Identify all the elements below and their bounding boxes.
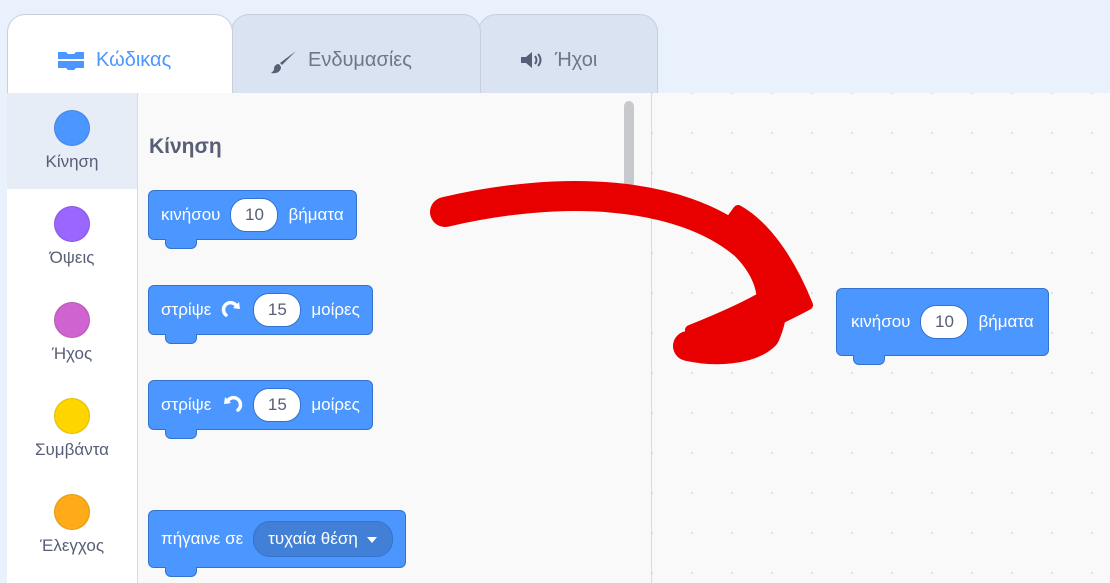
speaker-icon	[519, 49, 545, 77]
turn-left-block[interactable]: στρίψε 15 μοίρες	[148, 380, 373, 439]
category-label: Ήχος	[51, 344, 93, 363]
block-text: πήγαινε σε	[161, 529, 244, 548]
degrees-input[interactable]: 15	[253, 293, 302, 327]
tab-sounds-label: Ήχοι	[555, 49, 598, 71]
code-icon	[56, 49, 86, 77]
block-text: κινήσου	[161, 205, 221, 224]
tab-costumes[interactable]: Ενδυμασίες	[231, 14, 481, 104]
category-menu: Κίνηση Όψεις Ήχος Συμβάντα Έλεγχος	[7, 93, 138, 583]
tab-code-label: Κώδικας	[96, 49, 172, 71]
category-label: Όψεις	[49, 248, 95, 267]
looks-dot-icon	[54, 206, 90, 242]
workspace-move-steps-block[interactable]: κινήσου 10 βήματα	[836, 288, 1049, 365]
rotate-counterclockwise-icon	[221, 394, 243, 416]
category-events[interactable]: Συμβάντα	[7, 381, 137, 477]
block-text: στρίψε	[161, 395, 212, 414]
category-control[interactable]: Έλεγχος	[7, 477, 137, 573]
motion-dot-icon	[54, 110, 90, 146]
palette-scrollbar[interactable]	[624, 101, 634, 187]
steps-input[interactable]: 10	[230, 198, 279, 232]
block-text: στρίψε	[161, 300, 212, 319]
control-dot-icon	[54, 494, 90, 530]
degrees-input[interactable]: 15	[253, 388, 302, 422]
block-text: βήματα	[978, 312, 1034, 331]
category-sound[interactable]: Ήχος	[7, 285, 137, 381]
dropdown-value: τυχαία θέση	[268, 529, 358, 548]
category-label: Συμβάντα	[34, 440, 109, 459]
block-text: κινήσου	[851, 312, 911, 331]
tab-code[interactable]: Κώδικας	[7, 14, 233, 104]
block-text: μοίρες	[311, 395, 360, 414]
turn-right-block[interactable]: στρίψε 15 μοίρες	[148, 285, 373, 344]
move-steps-block[interactable]: κινήσου 10 βήματα	[148, 190, 357, 249]
block-text: μοίρες	[311, 300, 360, 319]
block-text: βήματα	[288, 205, 344, 224]
rotate-clockwise-icon	[221, 299, 243, 321]
caret-down-icon	[366, 529, 378, 549]
paintbrush-icon	[270, 49, 298, 81]
palette-title: Κίνηση	[149, 135, 222, 158]
tab-costumes-label: Ενδυμασίες	[308, 49, 412, 71]
category-label: Έλεγχος	[39, 536, 105, 555]
steps-input[interactable]: 10	[920, 305, 969, 339]
tab-sounds[interactable]: Ήχοι	[478, 14, 658, 104]
goto-target-dropdown[interactable]: τυχαία θέση	[253, 521, 393, 557]
sound-dot-icon	[54, 302, 90, 338]
category-looks[interactable]: Όψεις	[7, 189, 137, 285]
goto-block[interactable]: πήγαινε σε τυχαία θέση	[148, 510, 406, 577]
events-dot-icon	[54, 398, 90, 434]
category-motion[interactable]: Κίνηση	[7, 93, 137, 189]
category-label: Κίνηση	[45, 152, 99, 171]
